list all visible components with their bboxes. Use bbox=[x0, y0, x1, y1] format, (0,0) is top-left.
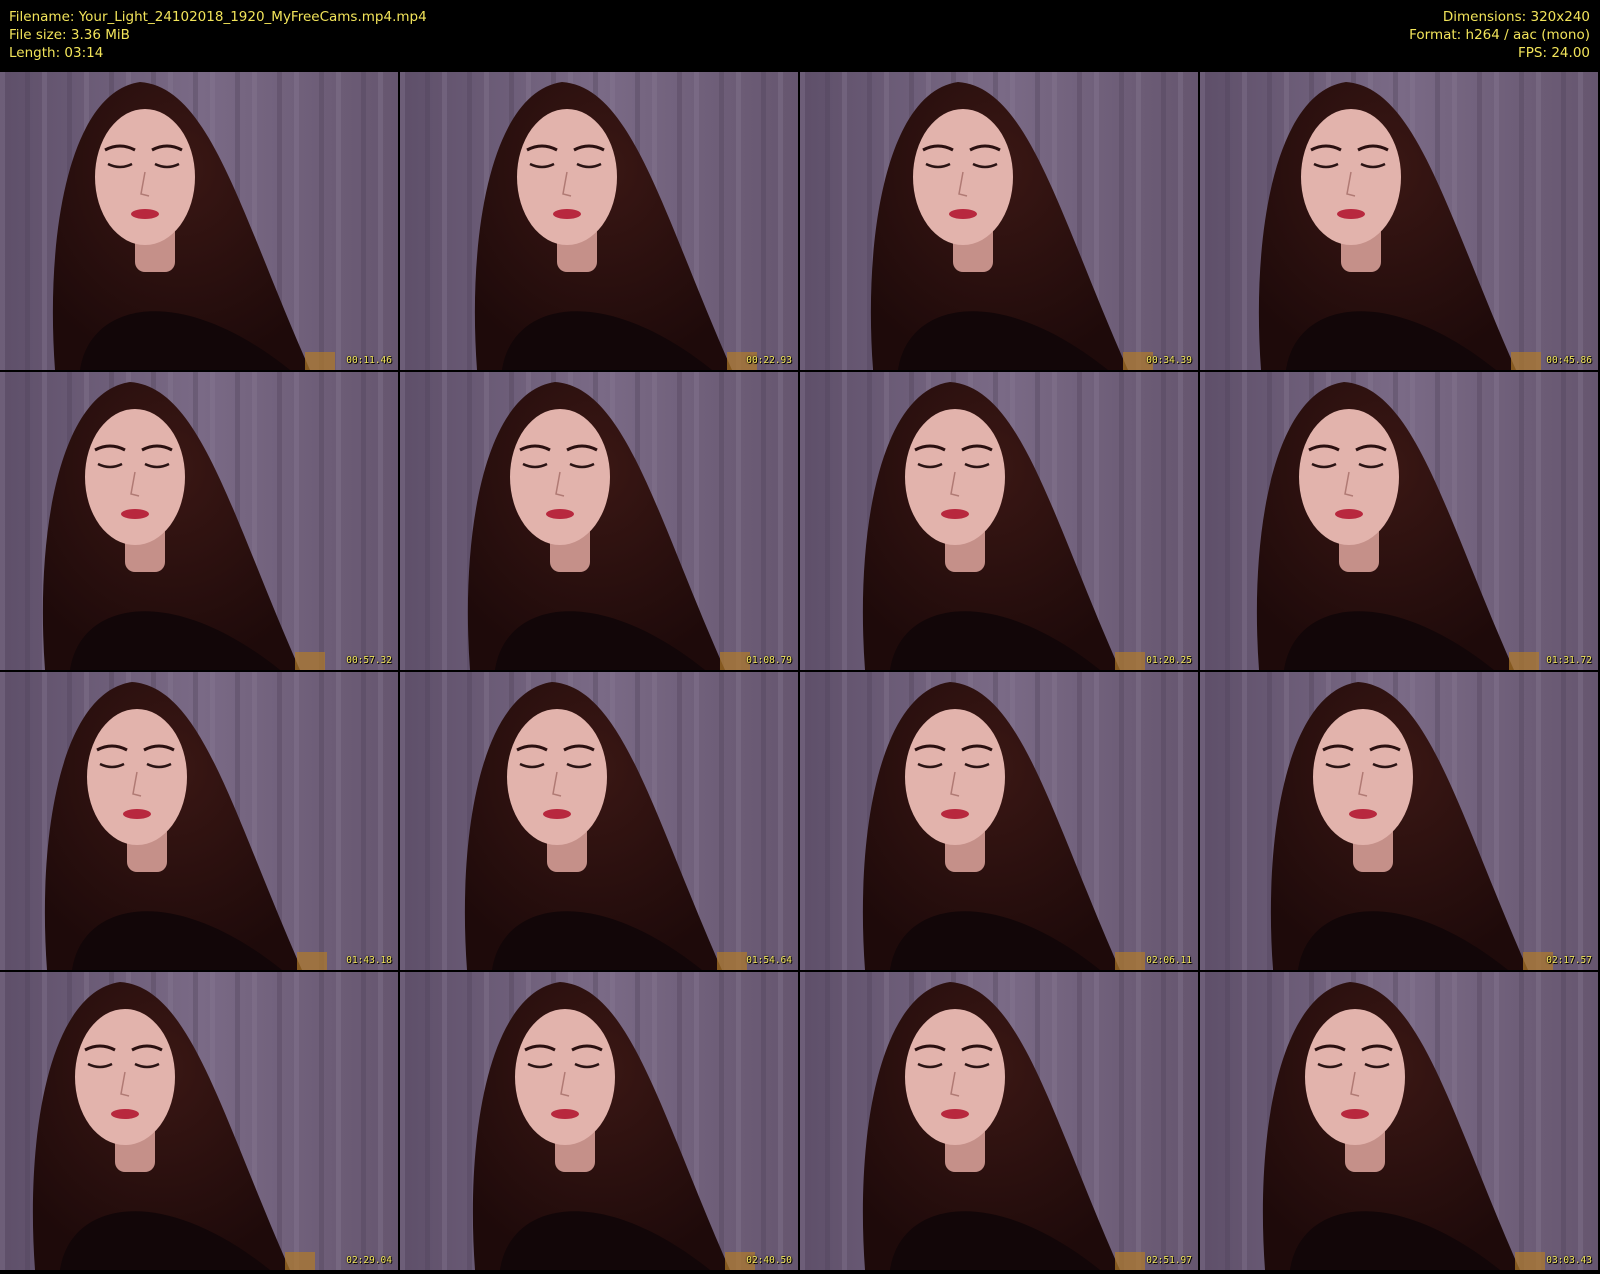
video-thumbnail[interactable]: 00:22.93 bbox=[400, 72, 798, 370]
media-info: Dimensions: 320x240 Format: h264 / aac (… bbox=[1409, 8, 1590, 62]
frame-timestamp: 02:40.50 bbox=[746, 1255, 792, 1266]
frame-timestamp: 00:34.39 bbox=[1146, 355, 1192, 366]
thumbnail-grid: 00:11.46 00:22.93 00:34.39 00:45.86 00:57.32… bbox=[0, 72, 1600, 1274]
filename-text: Filename: Your_Light_24102018_1920_MyFre… bbox=[9, 9, 427, 25]
frame-image bbox=[800, 672, 1198, 970]
video-thumbnail[interactable]: 01:43.18 bbox=[0, 672, 398, 970]
frame-image bbox=[400, 72, 798, 370]
frame-timestamp: 01:54.64 bbox=[746, 955, 792, 966]
frame-timestamp: 02:17.57 bbox=[1546, 955, 1592, 966]
frame-image bbox=[0, 672, 398, 970]
video-thumbnail[interactable]: 01:20.25 bbox=[800, 372, 1198, 670]
frame-image bbox=[1200, 672, 1598, 970]
frame-timestamp: 00:11.46 bbox=[346, 355, 392, 366]
frame-image bbox=[0, 972, 398, 1270]
filesize-text: File size: 3.36 MiB bbox=[9, 27, 130, 43]
video-thumbnail[interactable]: 01:54.64 bbox=[400, 672, 798, 970]
frame-timestamp: 00:57.32 bbox=[346, 655, 392, 666]
frame-timestamp: 02:51.97 bbox=[1146, 1255, 1192, 1266]
video-thumbnail[interactable]: 02:29.04 bbox=[0, 972, 398, 1270]
fps-text: FPS: 24.00 bbox=[1518, 45, 1590, 61]
video-thumbnail[interactable]: 00:34.39 bbox=[800, 72, 1198, 370]
video-thumbnail[interactable]: 02:51.97 bbox=[800, 972, 1198, 1270]
video-thumbnail[interactable]: 02:17.57 bbox=[1200, 672, 1598, 970]
video-thumbnail[interactable]: 01:08.79 bbox=[400, 372, 798, 670]
frame-image bbox=[800, 372, 1198, 670]
frame-timestamp: 02:29.04 bbox=[346, 1255, 392, 1266]
frame-timestamp: 01:20.25 bbox=[1146, 655, 1192, 666]
frame-image bbox=[1200, 72, 1598, 370]
frame-image bbox=[1200, 372, 1598, 670]
frame-timestamp: 02:06.11 bbox=[1146, 955, 1192, 966]
length-text: Length: 03:14 bbox=[9, 45, 104, 61]
video-thumbnail[interactable]: 00:11.46 bbox=[0, 72, 398, 370]
frame-image bbox=[800, 972, 1198, 1270]
frame-image bbox=[800, 72, 1198, 370]
frame-timestamp: 01:08.79 bbox=[746, 655, 792, 666]
frame-timestamp: 01:43.18 bbox=[346, 955, 392, 966]
frame-image bbox=[400, 672, 798, 970]
dimensions-text: Dimensions: 320x240 bbox=[1442, 9, 1590, 25]
frame-image bbox=[400, 972, 798, 1270]
frame-timestamp: 03:03.43 bbox=[1546, 1255, 1592, 1266]
frame-timestamp: 01:31.72 bbox=[1546, 655, 1592, 666]
frame-image bbox=[0, 72, 398, 370]
video-thumbnail[interactable]: 02:40.50 bbox=[400, 972, 798, 1270]
frame-image bbox=[400, 372, 798, 670]
format-text: Format: h264 / aac (mono) bbox=[1409, 27, 1590, 43]
video-thumbnail[interactable]: 00:45.86 bbox=[1200, 72, 1598, 370]
frame-timestamp: 00:45.86 bbox=[1546, 355, 1592, 366]
video-thumbnail[interactable]: 02:06.11 bbox=[800, 672, 1198, 970]
frame-image bbox=[0, 372, 398, 670]
frame-timestamp: 00:22.93 bbox=[746, 355, 792, 366]
frame-image bbox=[1200, 972, 1598, 1270]
file-info: Filename: Your_Light_24102018_1920_MyFre… bbox=[9, 8, 427, 62]
video-thumbnail[interactable]: 03:03.43 bbox=[1200, 972, 1598, 1270]
video-thumbnail[interactable]: 01:31.72 bbox=[1200, 372, 1598, 670]
video-thumbnail[interactable]: 00:57.32 bbox=[0, 372, 398, 670]
info-header: Filename: Your_Light_24102018_1920_MyFre… bbox=[0, 0, 1600, 72]
